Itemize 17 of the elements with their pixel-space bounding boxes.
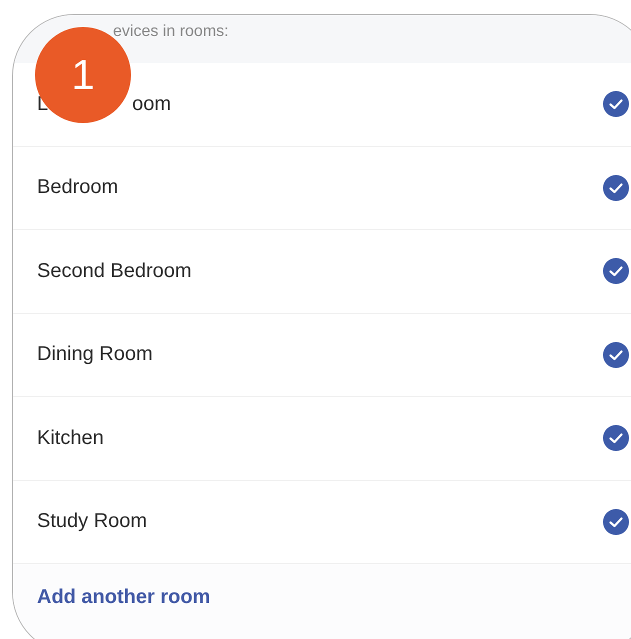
room-name: Dining Room <box>37 343 153 366</box>
room-row[interactable]: Second Bedroom <box>13 230 631 314</box>
room-name: Kitchen <box>37 426 104 450</box>
room-row[interactable]: Kitchen <box>13 397 631 480</box>
room-name: oom <box>132 92 172 116</box>
add-room-link[interactable]: Add another room <box>37 586 210 608</box>
room-name: Bedroom <box>37 176 118 200</box>
room-row[interactable]: Bedroom <box>13 146 631 230</box>
room-row[interactable]: Dining Room <box>13 314 631 397</box>
check-icon[interactable] <box>602 174 630 202</box>
check-icon[interactable] <box>602 508 630 536</box>
check-icon[interactable] <box>602 257 630 286</box>
check-icon[interactable] <box>602 90 630 118</box>
room-name: Second Bedroom <box>37 260 192 283</box>
check-icon[interactable] <box>602 424 630 452</box>
check-icon[interactable] <box>602 340 630 369</box>
room-name: Study Room <box>37 510 148 534</box>
